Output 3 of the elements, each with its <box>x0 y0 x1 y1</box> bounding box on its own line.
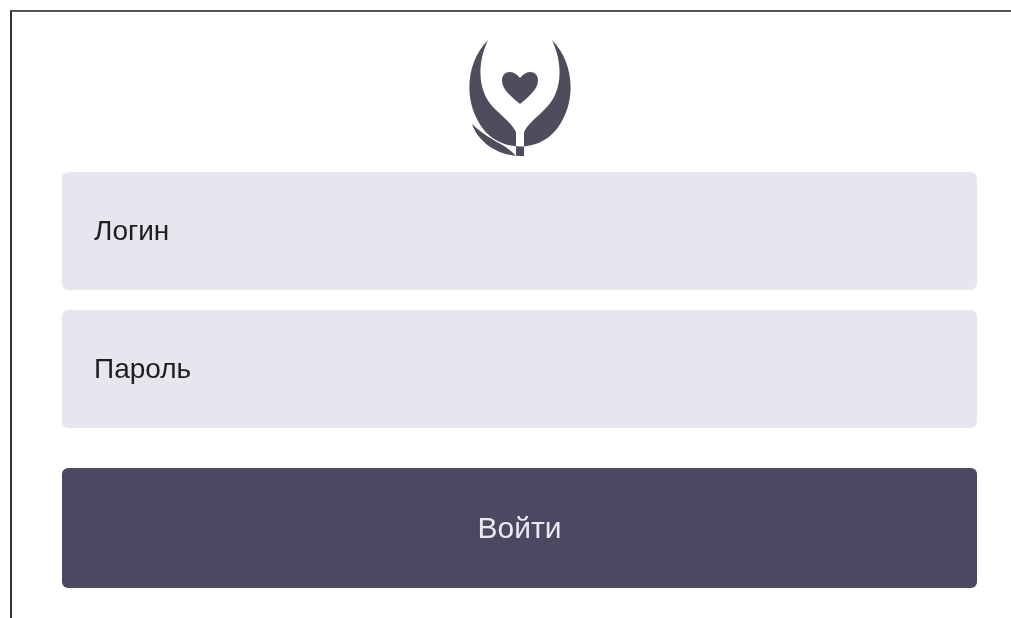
password-field[interactable]: Пароль <box>62 310 977 428</box>
login-button[interactable]: Войти <box>62 468 977 588</box>
login-field[interactable]: Логин <box>62 172 977 290</box>
